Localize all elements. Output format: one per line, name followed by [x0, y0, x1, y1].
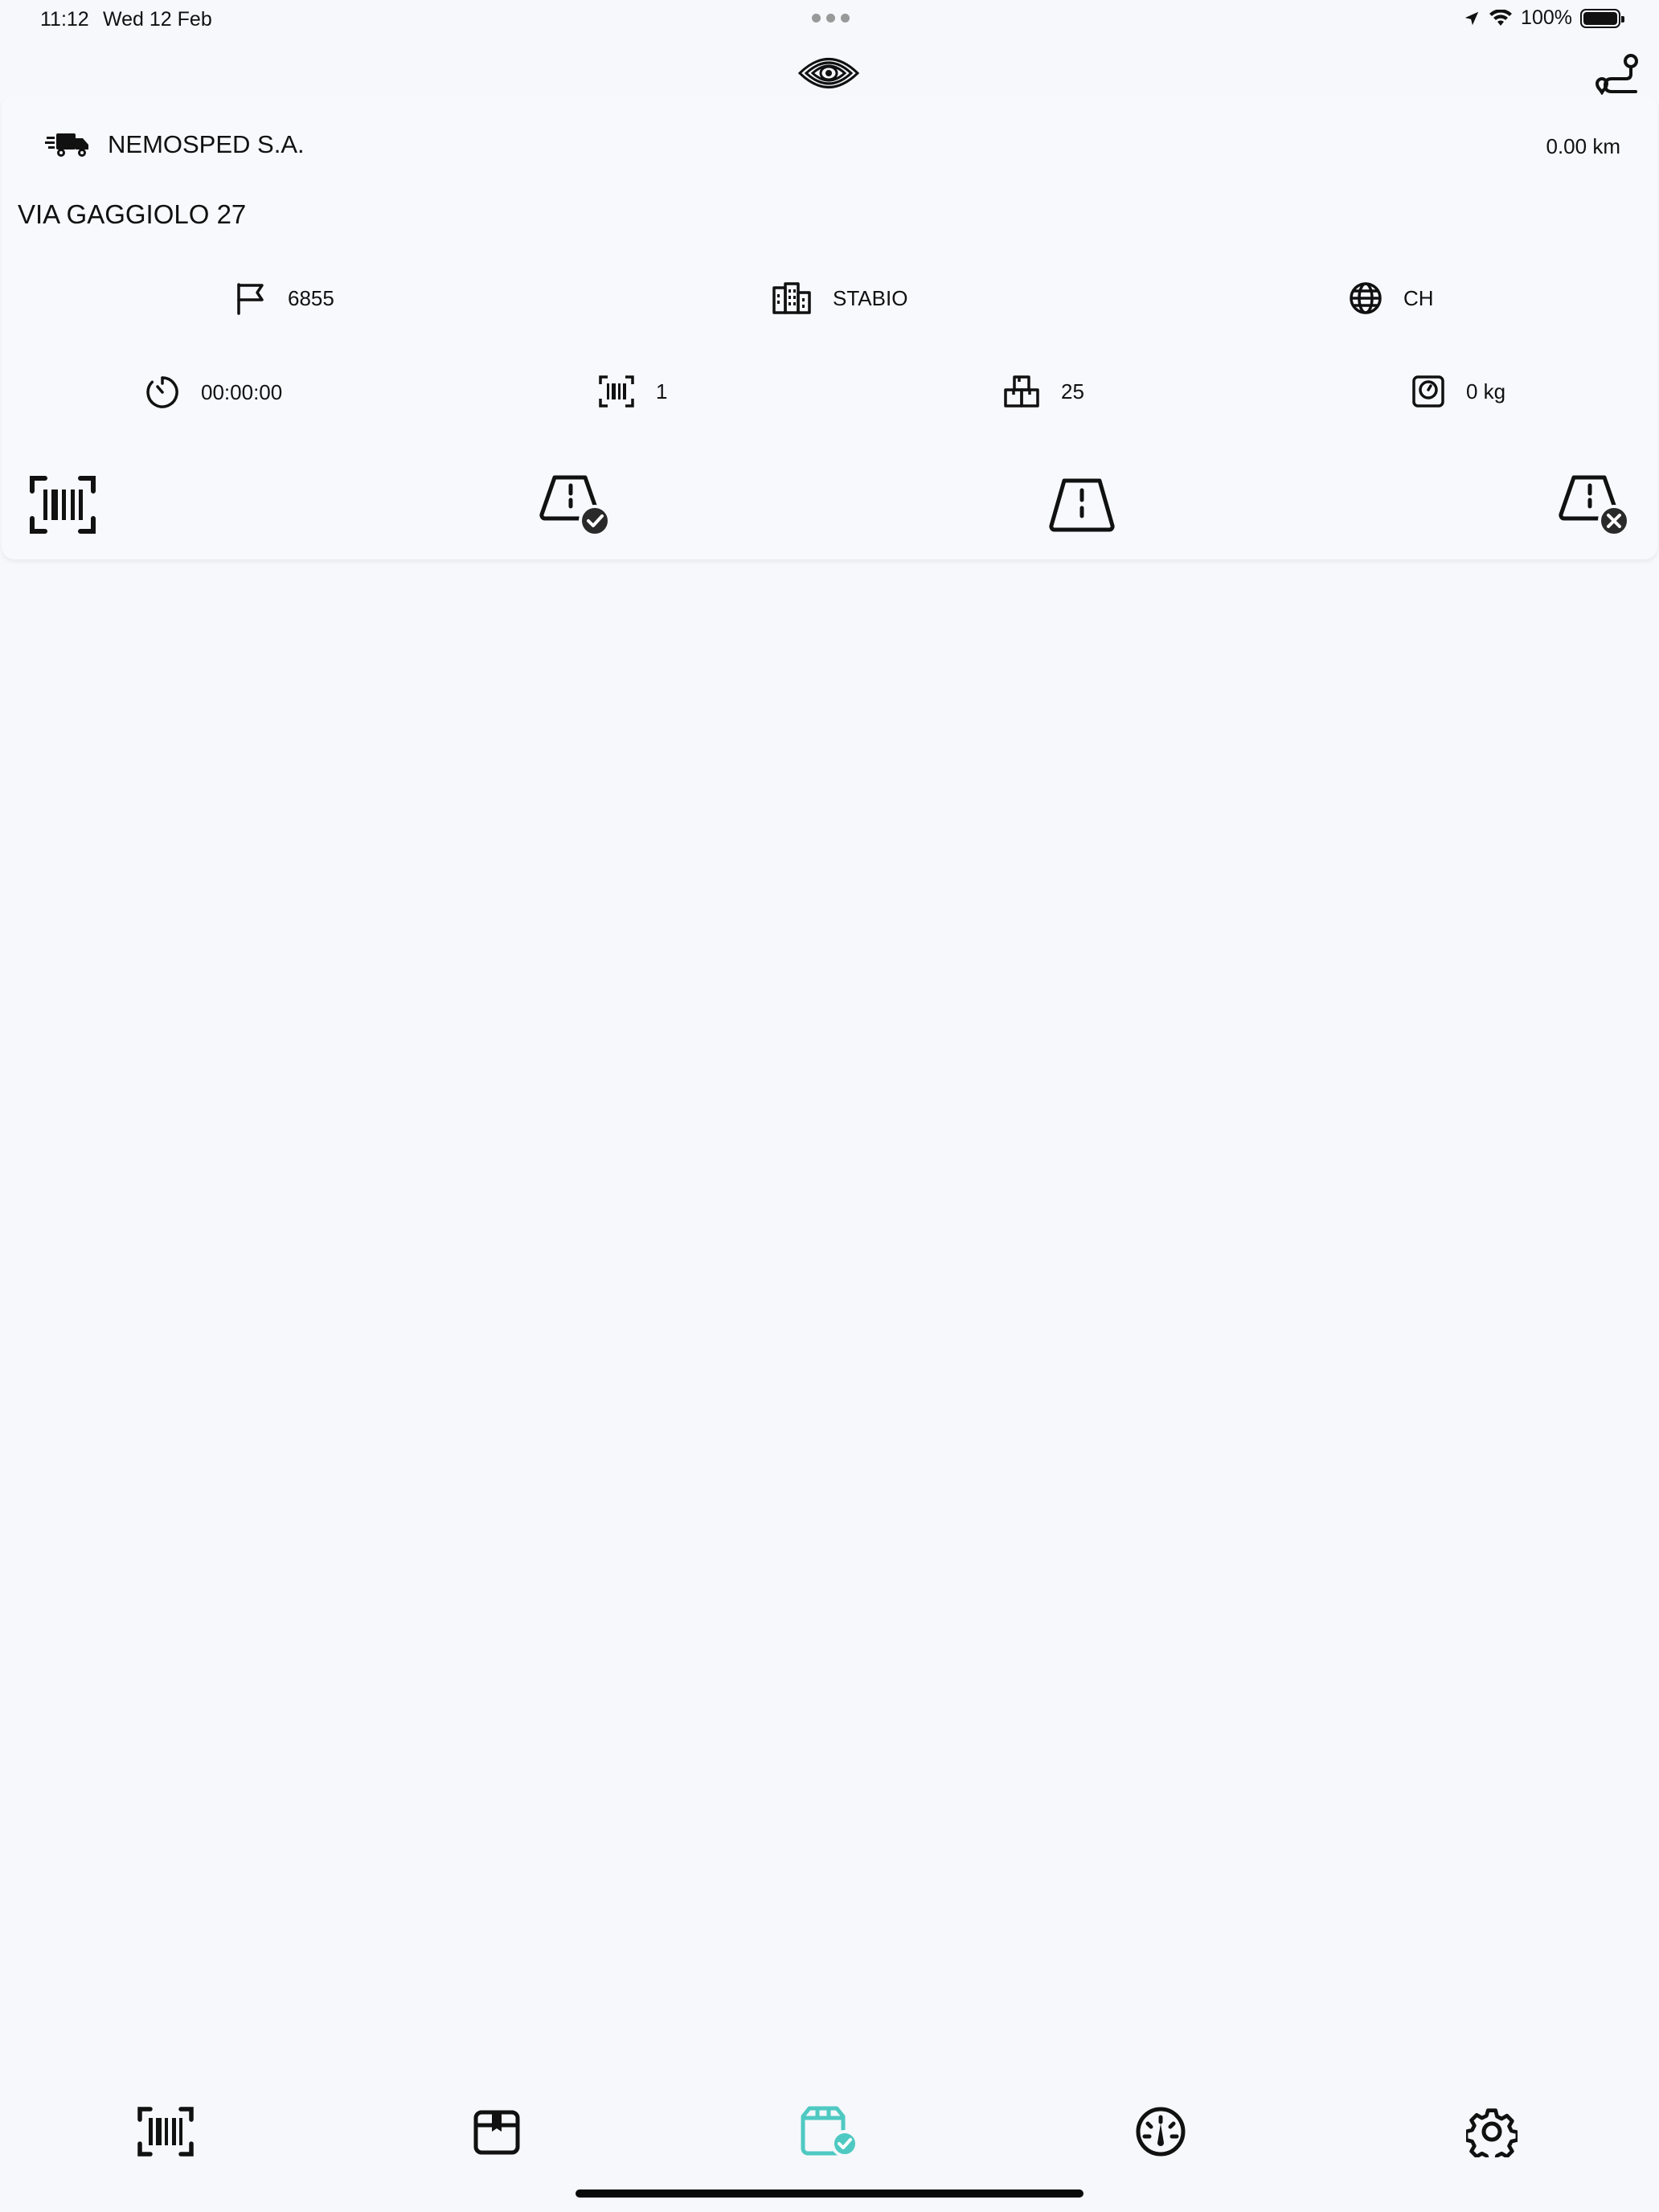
stop-card: [2, 95, 1657, 559]
nav-packages[interactable]: [463, 2098, 530, 2165]
eye-logo-icon: [797, 58, 860, 88]
customer-name: NEMOSPED S.A.: [108, 130, 305, 158]
timer-value: 00:00:00: [201, 379, 283, 404]
zip-info: 6855: [235, 281, 334, 315]
boxes-stack-icon: [1004, 375, 1039, 408]
battery-icon: [1580, 8, 1624, 28]
city-value: STABIO: [833, 285, 908, 310]
zip-value: 6855: [288, 285, 334, 310]
delivery-warning-button[interactable]: [1042, 465, 1122, 545]
delivery-failed-icon: [1559, 475, 1630, 537]
nav-delivered-box-icon: [801, 2106, 858, 2157]
nav-scan-icon: [137, 2107, 194, 2157]
home-indicator[interactable]: [576, 2189, 1083, 2198]
delivery-failed-button[interactable]: [1555, 465, 1635, 545]
barcode-icon: [599, 375, 634, 408]
delivery-ok-button[interactable]: [535, 465, 616, 545]
flag-icon: [237, 283, 264, 315]
scan-barcode-icon: [30, 476, 96, 534]
delivery-warning-icon: [1049, 478, 1115, 532]
wifi-icon: [1489, 9, 1513, 26]
status-right: 100%: [1463, 6, 1624, 30]
country-value: CH: [1403, 285, 1434, 310]
nav-dashboard[interactable]: [1127, 2098, 1194, 2165]
weight-info: 0 kg: [1411, 375, 1505, 408]
status-bar: 11:12 Wed 12 Feb 100%: [0, 0, 1659, 39]
route-icon[interactable]: [1594, 50, 1642, 98]
multitasking-dots[interactable]: [812, 6, 850, 23]
address-line: VIA GAGGIOLO 27: [18, 199, 247, 229]
scale-icon: [1412, 375, 1444, 408]
country-info: CH: [1349, 281, 1434, 315]
nav-settings[interactable]: [1458, 2098, 1526, 2165]
location-arrow-icon: [1464, 11, 1479, 25]
timer-icon: [146, 376, 178, 408]
weight-value: 0 kg: [1466, 379, 1506, 403]
barcodes-count: 1: [656, 379, 668, 403]
nav-gear-icon: [1466, 2108, 1518, 2157]
nav-deliveries[interactable]: [794, 2098, 862, 2165]
battery-percent: 100%: [1521, 6, 1572, 29]
fast-truck-icon: [45, 133, 88, 157]
nav-scan[interactable]: [132, 2098, 199, 2165]
nav-dashboard-icon: [1136, 2107, 1186, 2157]
status-date: Wed 12 Feb: [103, 8, 212, 31]
packages-info: 25: [1003, 375, 1084, 408]
timer-info: 00:00:00: [145, 375, 282, 410]
nav-package-icon: [473, 2110, 520, 2155]
globe-icon: [1350, 282, 1382, 314]
buildings-icon: [772, 282, 811, 314]
city-info: STABIO: [772, 281, 907, 315]
distance-label: 0.00 km: [1546, 134, 1621, 158]
barcode-info: 1: [598, 375, 667, 408]
customer-row: NEMOSPED S.A.: [45, 129, 305, 161]
delivery-ok-icon: [539, 475, 611, 537]
packages-count: 25: [1061, 379, 1084, 403]
scan-barcode-button[interactable]: [23, 465, 103, 545]
status-time: 11:12: [40, 8, 89, 31]
